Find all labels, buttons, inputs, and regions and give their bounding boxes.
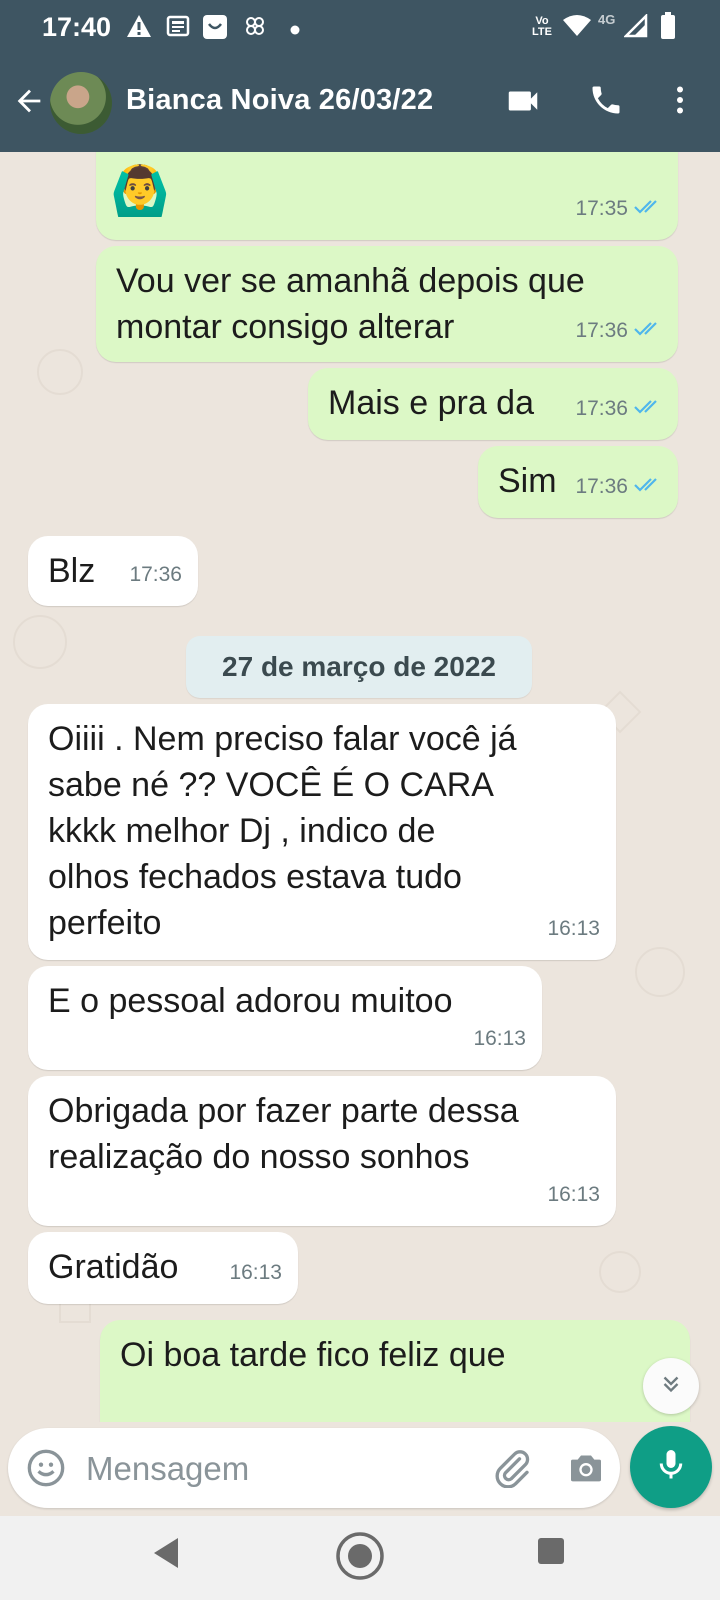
more-vert-icon[interactable]	[662, 82, 698, 123]
message-meta: 17:36	[575, 308, 662, 354]
chat-title[interactable]: Bianca Noiva 26/03/22	[126, 84, 433, 117]
message-bubble-incoming[interactable]: Obrigada por fazer parte dessa realizaçã…	[28, 1076, 616, 1226]
message-emoji: 🙆‍♂️	[110, 165, 170, 218]
video-call-icon[interactable]	[504, 82, 542, 125]
wifi-icon	[562, 14, 592, 43]
network-type-label: 4G	[598, 12, 616, 27]
message-input[interactable]	[84, 1442, 468, 1496]
message-time: 16:13	[229, 1261, 282, 1284]
message-time: 17:36	[575, 475, 628, 498]
attach-icon[interactable]	[492, 1448, 532, 1493]
message-text: Oiiii . Nem preciso falar você já sabe n…	[48, 720, 517, 942]
back-arrow-icon[interactable]	[12, 84, 46, 123]
message-meta: 16:13	[229, 1250, 282, 1296]
message-time: 16:13	[473, 1027, 526, 1050]
message-text: Gratidão	[48, 1248, 179, 1286]
mic-button[interactable]	[630, 1426, 712, 1508]
message-meta: 17:36	[129, 552, 182, 598]
emoji-icon[interactable]	[26, 1448, 66, 1493]
volte-label: Vo LTE	[532, 15, 552, 38]
status-time: 17:40	[42, 12, 112, 42]
message-time: 17:35	[575, 197, 628, 220]
read-receipt-icon	[634, 308, 662, 354]
app-notification-icon	[244, 14, 266, 43]
nav-recents-icon[interactable]	[536, 1536, 566, 1571]
battery-icon	[660, 12, 676, 45]
message-time: 16:13	[547, 917, 600, 940]
shopping-bag-icon	[202, 14, 228, 45]
message-text: E o pessoal adorou muitoo	[48, 982, 453, 1020]
message-meta: 16:13	[547, 1172, 600, 1218]
message-text: Oi boa tarde fico feliz que	[120, 1336, 506, 1374]
message-meta: 17:35	[575, 186, 662, 232]
read-receipt-icon	[634, 186, 662, 232]
alert-icon	[126, 14, 152, 43]
message-bubble-incoming[interactable]: Blz 17:36	[28, 536, 198, 606]
camera-icon[interactable]	[566, 1448, 606, 1493]
app-bar: Bianca Noiva 26/03/22	[0, 62, 720, 146]
message-bubble-outgoing[interactable]: 🙆‍♂️ 17:35	[96, 152, 678, 240]
news-icon	[166, 14, 190, 43]
system-nav-bar	[0, 1516, 720, 1600]
nav-home-icon[interactable]	[334, 1530, 386, 1587]
message-bubble-outgoing[interactable]: Mais e pra da 17:36	[308, 368, 678, 440]
message-meta: 16:13	[547, 906, 600, 952]
read-receipt-icon	[634, 464, 662, 510]
top-bar: 17:40 Vo LTE 4G Bianca Noiva 26/03/22	[0, 0, 720, 152]
scroll-down-icon	[658, 1371, 684, 1402]
avatar[interactable]	[50, 72, 112, 134]
dot-icon	[290, 22, 300, 40]
message-composer	[8, 1428, 620, 1508]
message-bubble-incoming[interactable]: Oiiii . Nem preciso falar você já sabe n…	[28, 704, 616, 960]
message-time: 17:36	[575, 319, 628, 342]
message-time: 16:13	[547, 1183, 600, 1206]
scroll-down-button[interactable]	[643, 1358, 699, 1414]
message-meta: 17:36	[575, 386, 662, 432]
message-meta: 17:36	[575, 464, 662, 510]
message-text: Blz	[48, 552, 96, 590]
phone-icon[interactable]	[588, 82, 624, 123]
message-meta: 16:13	[473, 1016, 526, 1062]
nav-back-icon[interactable]	[150, 1536, 182, 1575]
message-text: Sim	[498, 462, 557, 500]
chat-area[interactable]: 🙆‍♂️ 17:35 Vou ver se amanhã depois que …	[0, 152, 720, 1422]
message-bubble-incoming[interactable]: E o pessoal adorou muitoo 16:13	[28, 966, 542, 1070]
message-bubble-outgoing[interactable]: Vou ver se amanhã depois que montar cons…	[96, 246, 678, 362]
signal-icon	[622, 12, 648, 43]
message-bubble-outgoing[interactable]: Oi boa tarde fico feliz que	[100, 1320, 690, 1422]
message-text: Obrigada por fazer parte dessa realizaçã…	[48, 1092, 519, 1176]
message-text: Mais e pra da	[328, 384, 534, 422]
status-bar: 17:40 Vo LTE 4G	[0, 0, 720, 56]
mic-icon	[653, 1447, 689, 1488]
message-bubble-outgoing[interactable]: Sim 17:36	[478, 446, 678, 518]
message-time: 17:36	[129, 563, 182, 586]
message-bubble-incoming[interactable]: Gratidão 16:13	[28, 1232, 298, 1304]
message-time: 17:36	[575, 397, 628, 420]
date-divider: 27 de março de 2022	[186, 636, 532, 698]
read-receipt-icon	[634, 386, 662, 432]
message-text: Vou ver se amanhã depois que montar cons…	[116, 262, 585, 346]
